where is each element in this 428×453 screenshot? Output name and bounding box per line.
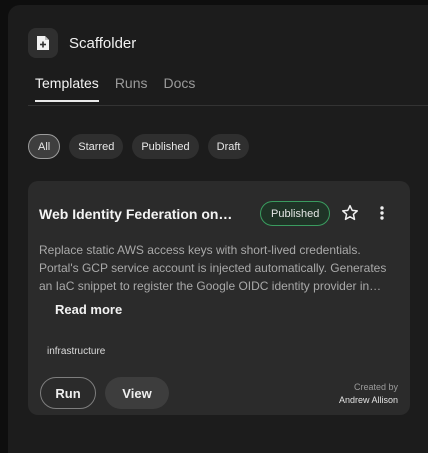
star-icon[interactable] [340, 203, 360, 223]
scaffolder-panel: Scaffolder Templates Runs Docs All Starr… [8, 5, 428, 453]
template-card: Web Identity Federation on… Published Re… [28, 181, 410, 415]
page-title: Scaffolder [69, 34, 137, 52]
run-button[interactable]: Run [40, 377, 96, 409]
filter-published[interactable]: Published [132, 134, 199, 159]
more-vertical-icon[interactable] [374, 203, 390, 223]
tab-templates[interactable]: Templates [35, 75, 99, 102]
tab-runs[interactable]: Runs [115, 75, 148, 102]
filter-all[interactable]: All [28, 134, 61, 159]
view-button[interactable]: View [105, 377, 169, 409]
header: Scaffolder [28, 28, 136, 58]
tab-bar: Templates Runs Docs [35, 75, 211, 102]
filter-chips: All Starred Published Draft [28, 134, 258, 159]
created-by-name: Andrew Allison [338, 395, 398, 405]
read-more-link[interactable]: Read more [55, 302, 122, 317]
template-description: Replace static AWS access keys with shor… [39, 243, 387, 293]
status-badge: Published [260, 201, 331, 226]
filter-draft[interactable]: Draft [207, 134, 250, 159]
template-title[interactable]: Web Identity Federation on… [39, 206, 244, 222]
created-by-label: Created by [353, 382, 398, 392]
tab-docs[interactable]: Docs [164, 75, 196, 102]
filter-starred[interactable]: Starred [69, 134, 124, 159]
tag-infrastructure: infrastructure [47, 346, 106, 357]
tabs-divider [28, 105, 428, 106]
file-plus-icon [28, 28, 58, 58]
